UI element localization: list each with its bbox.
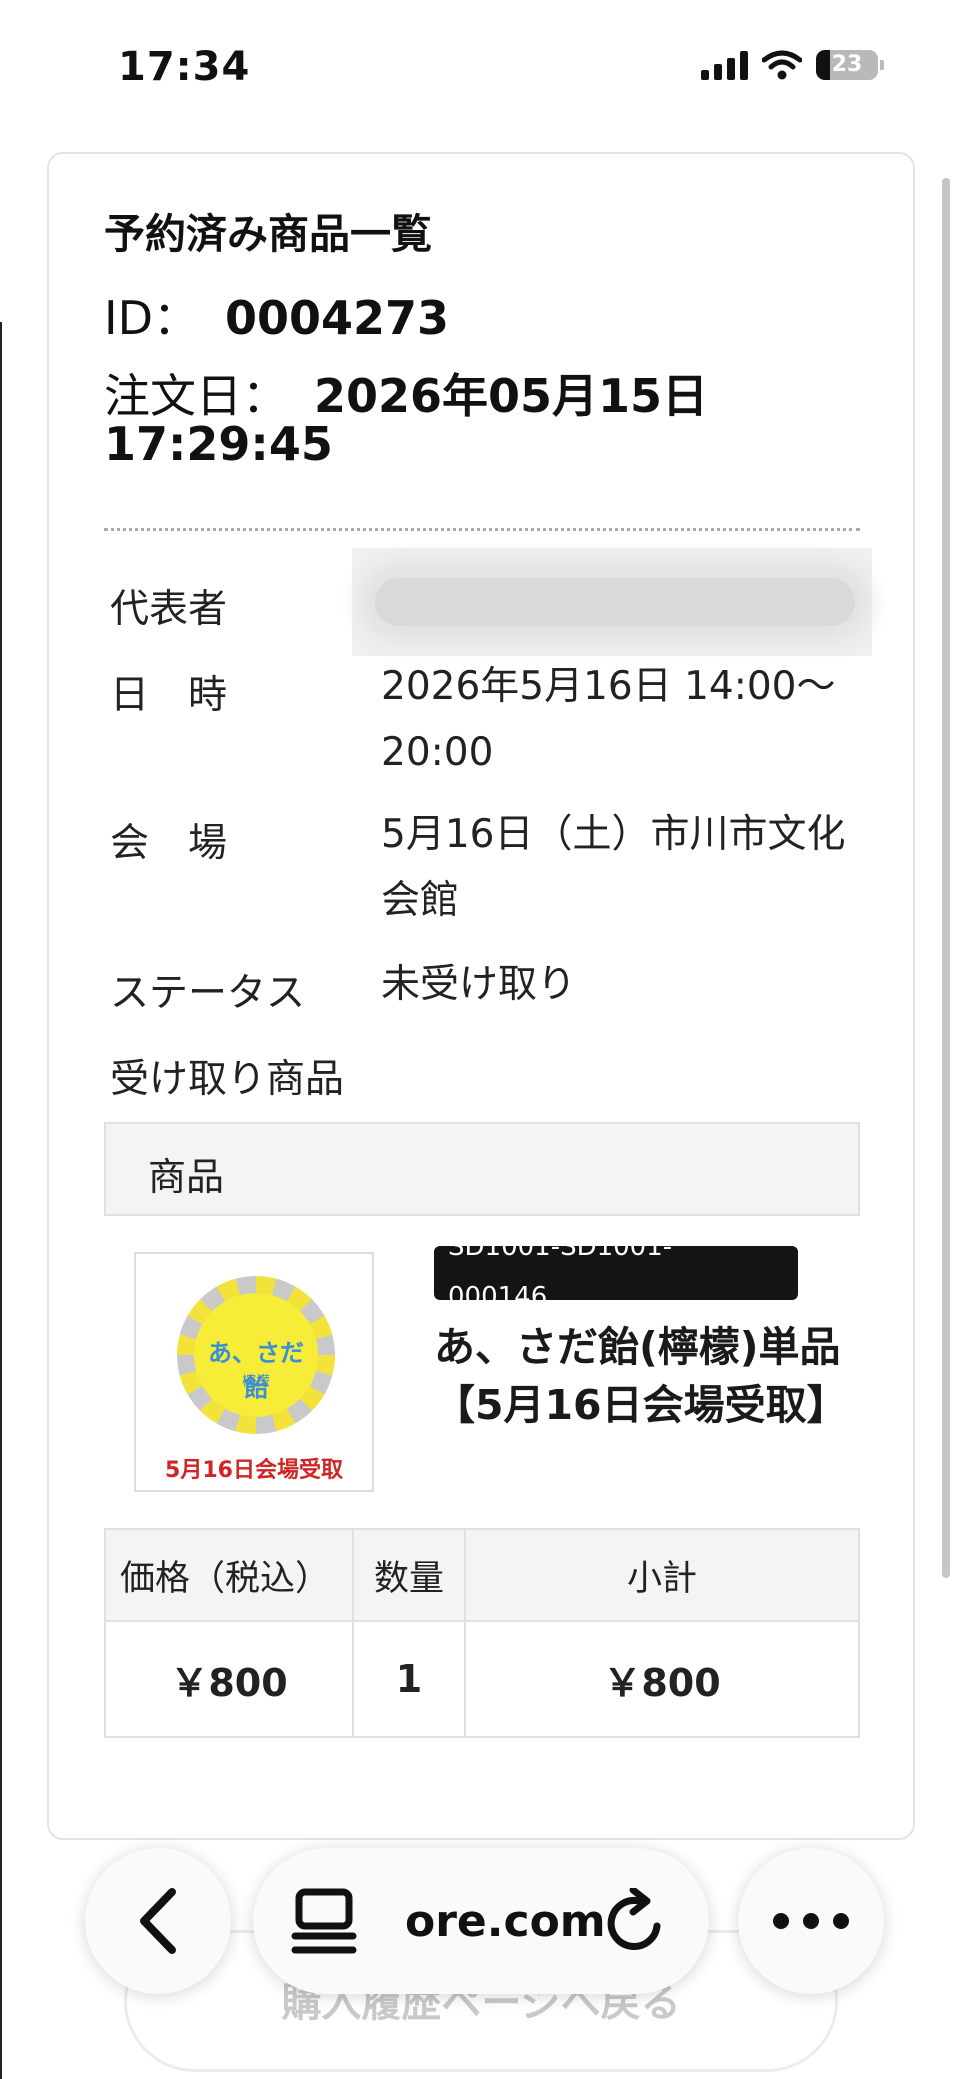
back-button[interactable] (85, 1848, 231, 1994)
header-subtotal: 小計 (464, 1528, 860, 1622)
address-bar[interactable]: ore.com (253, 1848, 709, 1994)
battery-percent: 23 (831, 52, 863, 77)
status-label: ステータス (110, 971, 306, 1016)
price-table-header-row: 価格（税込） 数量 小計 (104, 1528, 860, 1622)
venue-value: 5月16日（土）市川市文化会館 (381, 812, 846, 923)
screen: 17:34 23 予約済み商品一覧 ID： 0004273 注文日： 2026年05… (0, 0, 960, 2079)
product-header-label: 商品 (148, 1155, 225, 1199)
battery-level (816, 50, 830, 80)
more-button[interactable] (738, 1848, 884, 1994)
badge-center: あ、さだ飴 檸檬 (194, 1293, 318, 1417)
product-thumbnail[interactable]: あ、さだ飴 檸檬 5月16日会場受取 (134, 1252, 374, 1492)
badge-title: あ、さだ飴 (208, 1339, 304, 1402)
representative-label: 代表者 (110, 587, 228, 632)
cell-subtotal: ￥800 (464, 1620, 860, 1738)
venue-label: 会 場 (110, 821, 228, 866)
badge-image: あ、さだ飴 檸檬 (177, 1276, 335, 1434)
dotted-divider (104, 528, 860, 531)
thumbnail-caption: 5月16日会場受取 (165, 1458, 343, 1483)
product-code-line1: SD1001-SD1001- (448, 1246, 673, 1262)
page-menu-icon (291, 1888, 357, 1954)
order-date: 注文日： 2026年05月15日 17:29:45 (104, 372, 744, 468)
pickup-items-label: 受け取り商品 (110, 1057, 345, 1102)
more-icon (773, 1913, 849, 1929)
left-edge-line (0, 322, 2, 2079)
header-price: 価格（税込） (104, 1528, 354, 1622)
product-header: 商品 (104, 1122, 860, 1216)
cellular-signal-icon (701, 50, 748, 80)
scrollbar[interactable] (942, 178, 950, 1578)
url-text: ore.com (405, 1896, 606, 1947)
order-id-label: ID： (104, 291, 199, 345)
chevron-left-icon (140, 1888, 176, 1954)
product-name: あ、さだ飴(檸檬)単品【5月16日会場受取】 (434, 1323, 848, 1429)
order-id-value: 0004273 (225, 291, 450, 345)
redaction-blur (375, 578, 855, 626)
status-time: 17:34 (118, 44, 251, 90)
cell-price: ￥800 (104, 1620, 354, 1738)
product-code-redacted: SD1001-SD1001- 000146 (434, 1246, 798, 1300)
battery-icon: 23 (816, 50, 884, 80)
order-date-label: 注文日： (104, 369, 288, 423)
reload-icon[interactable] (603, 1888, 667, 1956)
price-table: 価格（税込） 数量 小計 ￥800 1 ￥800 (104, 1528, 860, 1738)
order-id: ID： 0004273 (104, 282, 449, 348)
status-icons: 23 (701, 50, 884, 80)
datetime-value: 2026年5月16日 14:00〜20:00 (381, 664, 836, 775)
page-title: 予約済み商品一覧 (104, 210, 432, 258)
badge-subtitle: 檸檬 (242, 1374, 270, 1390)
table-row: ￥800 1 ￥800 (104, 1620, 860, 1738)
battery-cap (880, 60, 884, 70)
product-code-line2: 000146 (448, 1282, 548, 1300)
wifi-icon (762, 50, 802, 80)
status-bar: 17:34 23 (0, 0, 960, 140)
datetime-label: 日 時 (110, 673, 228, 718)
cell-quantity: 1 (352, 1620, 466, 1738)
header-quantity: 数量 (352, 1528, 466, 1622)
status-value: 未受け取り (381, 962, 577, 1007)
